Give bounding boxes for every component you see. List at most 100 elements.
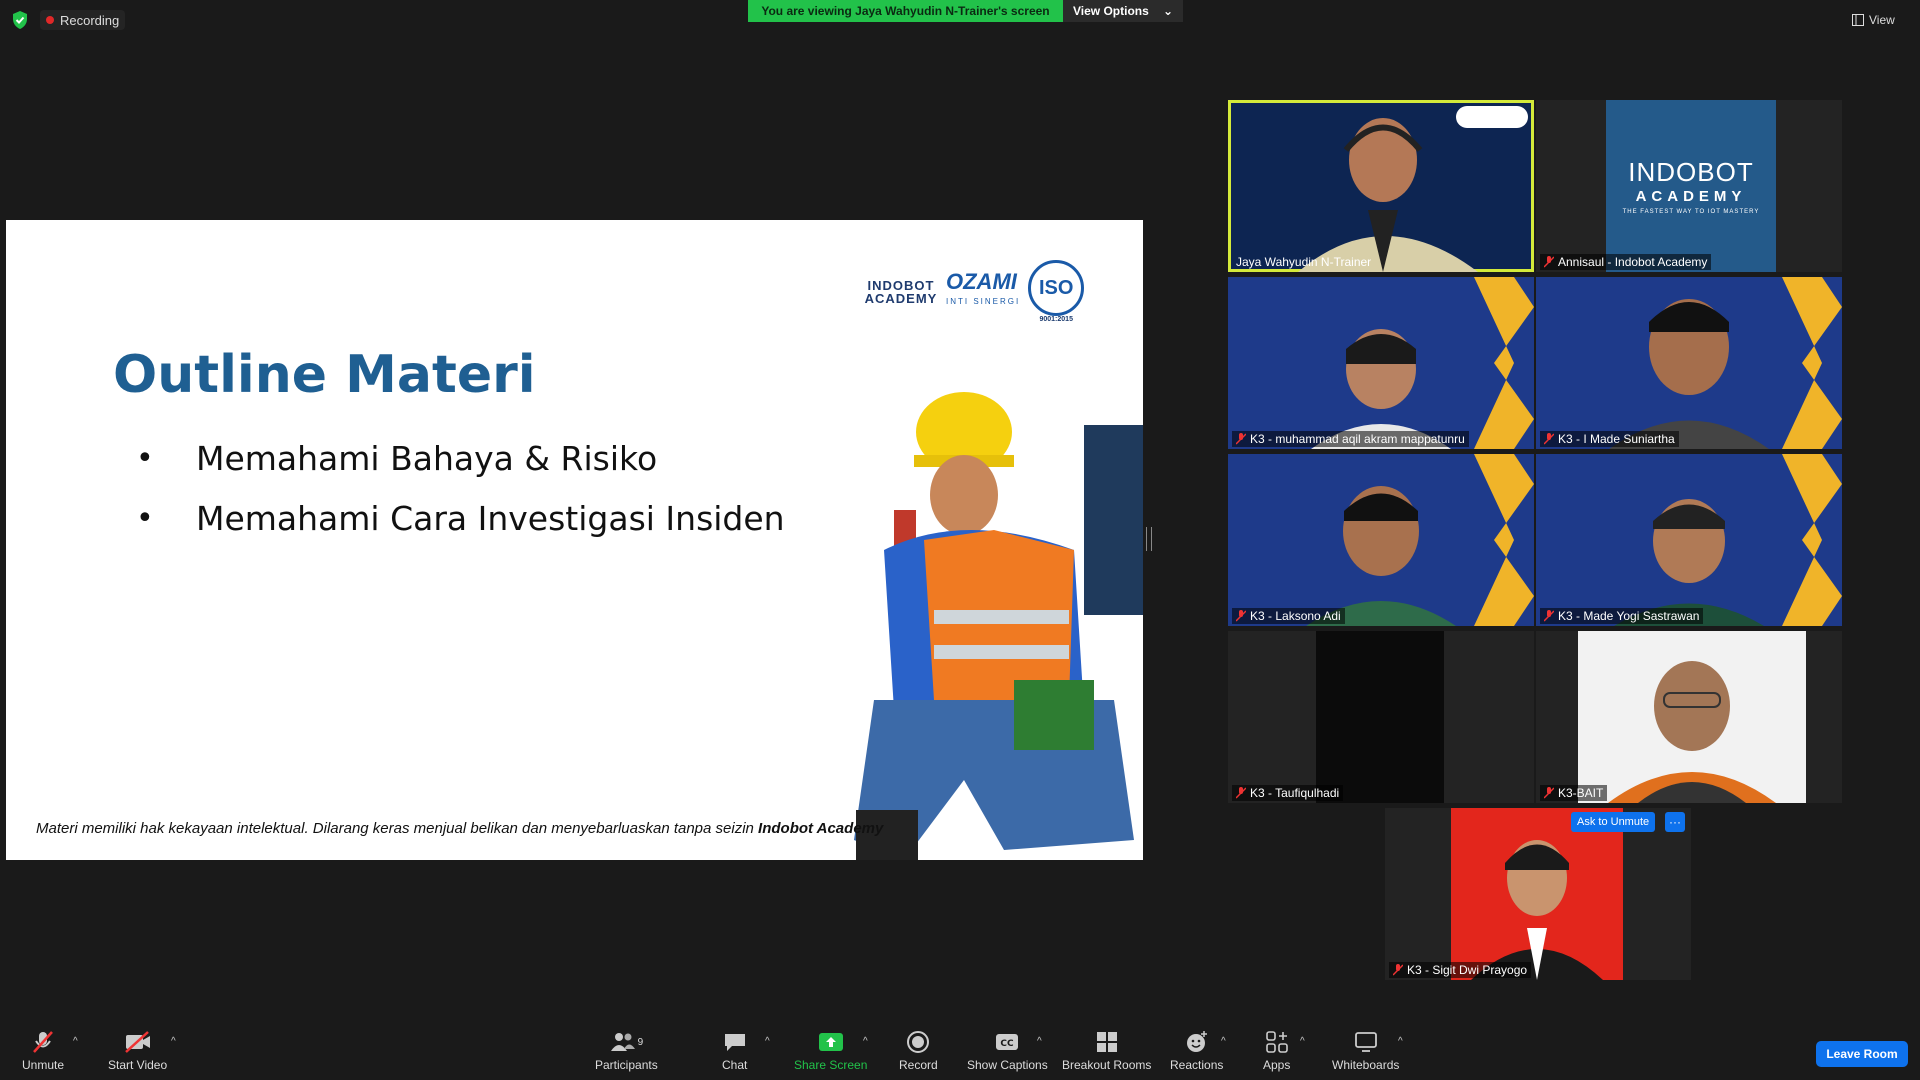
breakout-rooms-button[interactable]: Breakout Rooms bbox=[1062, 1030, 1151, 1072]
iso-logo: ISO bbox=[1028, 260, 1085, 316]
whiteboards-button[interactable]: Whiteboards bbox=[1332, 1030, 1399, 1072]
ask-to-unmute-button[interactable]: Ask to Unmute bbox=[1571, 812, 1656, 832]
share-screen-button[interactable]: Share Screen bbox=[794, 1030, 867, 1072]
participant-name-text: K3 - Taufiqulhadi bbox=[1250, 786, 1340, 800]
breakout-rooms-label: Breakout Rooms bbox=[1062, 1058, 1152, 1072]
ozami-logo-sub: INTI SINERGI bbox=[946, 296, 1021, 306]
recording-label: Recording bbox=[60, 12, 120, 28]
chevron-up-icon[interactable]: ^ bbox=[73, 1036, 78, 1047]
video-tile-taufiqulhadi[interactable]: K3 - Taufiqulhadi bbox=[1228, 631, 1534, 803]
apps-icon bbox=[1265, 1030, 1288, 1054]
resize-handle[interactable] bbox=[1146, 527, 1152, 551]
participant-photo bbox=[1451, 808, 1623, 980]
view-button[interactable]: View bbox=[1852, 10, 1895, 30]
slide-logos: INDOBOT ACADEMY OZAMI INTI SINERGI ISO 9… bbox=[864, 260, 1085, 323]
apps-label: Apps bbox=[1263, 1058, 1291, 1072]
chevron-up-icon[interactable]: ^ bbox=[1398, 1036, 1403, 1047]
video-tile-sigit[interactable]: K3 - Sigit Dwi Prayogo bbox=[1385, 808, 1691, 980]
mic-muted-icon bbox=[1544, 433, 1554, 445]
participant-name: K3 - Sigit Dwi Prayogo bbox=[1389, 962, 1532, 978]
participants-icon: 9 bbox=[610, 1030, 644, 1054]
video-tile-made-yogi[interactable]: K3 - Made Yogi Sastrawan bbox=[1536, 454, 1842, 626]
meeting-toolbar bbox=[0, 1010, 1920, 1080]
share-screen-label: Share Screen bbox=[794, 1058, 868, 1072]
reactions-label: Reactions bbox=[1170, 1058, 1224, 1072]
slide-bullets: • Memahami Bahaya & Risiko • Memahami Cara… bbox=[136, 428, 785, 548]
participant-name: K3 - I Made Suniartha bbox=[1540, 431, 1679, 447]
chevron-up-icon[interactable]: ^ bbox=[1037, 1036, 1042, 1047]
iso-sub: 9001:2015 bbox=[1039, 316, 1073, 323]
participant-figure bbox=[1608, 661, 1776, 803]
footer-text: Materi memiliki hak kekayaan intelektual… bbox=[36, 820, 759, 837]
view-label: View bbox=[1869, 13, 1895, 27]
indobot-academy-logo: INDOBOT ACADEMY THE FASTEST WAY TO IOT M… bbox=[1606, 100, 1776, 272]
participant-name: K3 - muhammad aqil akram mappatunru bbox=[1232, 431, 1469, 447]
mic-muted-icon bbox=[31, 1030, 55, 1054]
mic-muted-icon bbox=[1544, 610, 1554, 622]
svg-text:CC: CC bbox=[1001, 1039, 1015, 1049]
start-video-button[interactable]: Start Video bbox=[108, 1030, 167, 1072]
participants-count: 9 bbox=[637, 1036, 644, 1048]
viewing-banner: You are viewing Jaya Wahyudin N-Trainer'… bbox=[748, 0, 1063, 22]
chat-label: Chat bbox=[722, 1058, 748, 1072]
unmute-button[interactable]: Unmute bbox=[22, 1030, 64, 1072]
participant-figure bbox=[1471, 840, 1603, 980]
participant-name-text: K3 - Laksono Adi bbox=[1250, 609, 1341, 623]
slide-bullet: • Memahami Cara Investigasi Insiden bbox=[136, 488, 785, 548]
captions-icon: CC bbox=[995, 1030, 1019, 1054]
mic-muted-icon bbox=[1544, 256, 1554, 268]
record-button[interactable]: Record bbox=[899, 1030, 938, 1072]
video-tile-jaya[interactable]: Jaya Wahyudin N-Trainer bbox=[1228, 100, 1534, 272]
recording-dot-icon bbox=[46, 16, 54, 24]
more-options-button[interactable]: ··· bbox=[1665, 812, 1685, 832]
apps-button[interactable]: Apps bbox=[1263, 1030, 1290, 1072]
video-tile-laksono[interactable]: K3 - Laksono Adi bbox=[1228, 454, 1534, 626]
participant-video bbox=[1306, 486, 1456, 626]
bullet-dot-icon: • bbox=[136, 500, 154, 536]
leave-room-button[interactable]: Leave Room bbox=[1816, 1041, 1908, 1067]
background-chevron bbox=[1782, 277, 1842, 449]
chevron-down-icon: ⌄ bbox=[1162, 4, 1173, 18]
show-captions-button[interactable]: CC Show Captions bbox=[967, 1030, 1048, 1072]
shared-screen[interactable]: INDOBOT ACADEMY OZAMI INTI SINERGI ISO 9… bbox=[6, 220, 1143, 860]
construction-worker-image bbox=[854, 392, 1143, 860]
annisaul-tagline: THE FASTEST WAY TO IOT MASTERY bbox=[1622, 209, 1760, 215]
participant-name: K3 - Made Yogi Sastrawan bbox=[1540, 608, 1704, 624]
reactions-icon bbox=[1185, 1030, 1209, 1054]
ozami-logo: OZAMI INTI SINERGI bbox=[946, 268, 1021, 312]
participant-name: K3 - Laksono Adi bbox=[1232, 608, 1345, 624]
chevron-up-icon[interactable]: ^ bbox=[1300, 1036, 1305, 1047]
chevron-up-icon[interactable]: ^ bbox=[171, 1036, 176, 1047]
video-tile-annisaul[interactable]: INDOBOT ACADEMY THE FASTEST WAY TO IOT M… bbox=[1536, 100, 1842, 272]
participants-button[interactable]: 9 Participants bbox=[595, 1030, 658, 1072]
iso-badge: ISO 9001:2015 bbox=[1028, 260, 1085, 323]
participant-name: Annisaul - Indobot Academy bbox=[1540, 254, 1712, 270]
shield-icon[interactable] bbox=[10, 10, 30, 30]
participant-name-text: K3 - muhammad aqil akram mappatunru bbox=[1250, 432, 1465, 446]
whiteboards-label: Whiteboards bbox=[1332, 1058, 1400, 1072]
bullet-dot-icon: • bbox=[136, 440, 154, 476]
chevron-up-icon[interactable]: ^ bbox=[765, 1036, 770, 1047]
participant-video bbox=[1609, 299, 1769, 449]
recording-indicator[interactable]: Recording bbox=[40, 10, 126, 30]
mic-muted-icon bbox=[1393, 964, 1403, 976]
video-tile-made-suniartha[interactable]: K3 - I Made Suniartha bbox=[1536, 277, 1842, 449]
video-tile-aqil[interactable]: K3 - muhammad aqil akram mappatunru bbox=[1228, 277, 1534, 449]
participant-name-text: K3 - I Made Suniartha bbox=[1558, 432, 1675, 446]
reactions-button[interactable]: Reactions bbox=[1170, 1030, 1223, 1072]
slide-footer-note: Materi memiliki hak kekayaan intelektual… bbox=[36, 820, 883, 837]
slide-bullet: • Memahami Bahaya & Risiko bbox=[136, 428, 785, 488]
video-tile-k3-bait[interactable]: K3-BAIT bbox=[1536, 631, 1842, 803]
video-off-icon bbox=[124, 1030, 152, 1054]
record-icon bbox=[906, 1030, 930, 1054]
view-options-label: View Options bbox=[1073, 4, 1149, 18]
participant-name-text: Annisaul - Indobot Academy bbox=[1558, 255, 1708, 269]
chat-button[interactable]: Chat bbox=[722, 1030, 747, 1072]
view-options-button[interactable]: View Options ⌄ bbox=[1063, 0, 1183, 22]
chevron-up-icon[interactable]: ^ bbox=[1221, 1036, 1226, 1047]
slide-title: Outline Materi bbox=[113, 345, 536, 405]
chevron-up-icon[interactable]: ^ bbox=[863, 1036, 868, 1047]
grid-view-icon bbox=[1852, 14, 1864, 26]
ozami-logo-text: OZAMI bbox=[946, 268, 1017, 294]
mic-muted-icon bbox=[1544, 787, 1554, 799]
